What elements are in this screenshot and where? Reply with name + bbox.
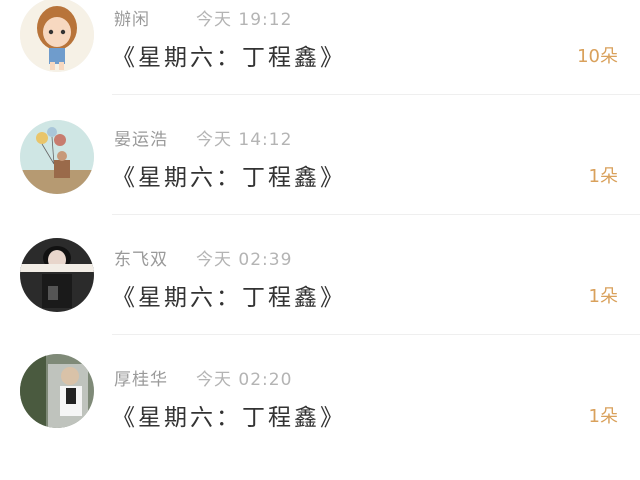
cartoon-girl-avatar[interactable]	[20, 0, 94, 72]
flower-count: 1朵	[588, 406, 618, 427]
list-item[interactable]: 晏运浩 今天 14:12 《星期六：丁程鑫》 1朵	[0, 120, 640, 240]
dark-portrait-avatar[interactable]	[20, 238, 94, 312]
timestamp: 今天 02:39	[196, 250, 293, 270]
list-item[interactable]: 厚桂华 今天 02:20 《星期六：丁程鑫》 1朵	[0, 354, 640, 480]
gift-title[interactable]: 《星期六：丁程鑫》	[112, 278, 346, 312]
flower-count: 1朵	[588, 166, 618, 187]
flower-count: 1朵	[588, 286, 618, 307]
timestamp: 今天 19:12	[196, 10, 293, 30]
sender-name: 东飞双	[114, 250, 168, 270]
list-item[interactable]: 辦闲 今天 19:12 《星期六：丁程鑫》 10朵	[0, 0, 640, 120]
sender-name: 辦闲	[114, 10, 150, 30]
timestamp: 今天 02:20	[196, 370, 293, 390]
gift-title[interactable]: 《星期六：丁程鑫》	[112, 158, 346, 192]
balloons-person-avatar[interactable]	[20, 120, 94, 194]
sender-name: 厚桂华	[114, 370, 168, 390]
timestamp: 今天 14:12	[196, 130, 293, 150]
sender-name: 晏运浩	[114, 130, 168, 150]
gift-title[interactable]: 《星期六：丁程鑫》	[112, 38, 346, 72]
list-item[interactable]: 东飞双 今天 02:39 《星期六：丁程鑫》 1朵	[0, 238, 640, 360]
divider	[112, 334, 640, 335]
divider	[112, 94, 640, 95]
street-photo-avatar[interactable]	[20, 354, 94, 428]
divider	[112, 214, 640, 215]
flower-count: 10朵	[577, 46, 618, 67]
